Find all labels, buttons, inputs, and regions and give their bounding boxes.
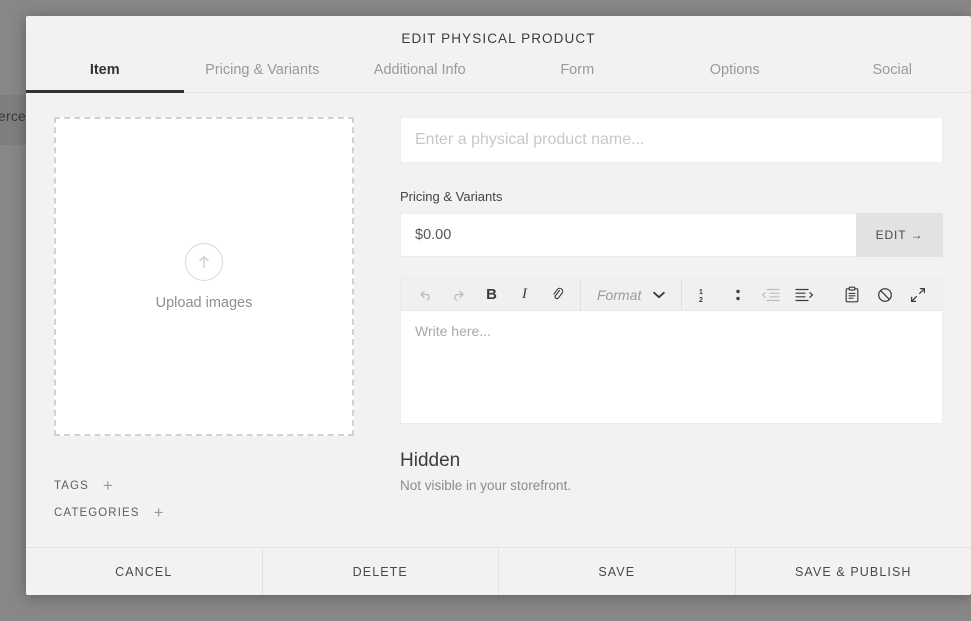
cancel-button[interactable]: CANCEL: [26, 548, 263, 595]
visibility-title: Hidden: [400, 450, 461, 471]
numbered-list-icon[interactable]: 1 2: [688, 280, 721, 310]
visibility-subtitle: Not visible in your storefront.: [400, 478, 572, 493]
save-button[interactable]: SAVE: [499, 548, 736, 595]
categories-label: CATEGORIES: [54, 506, 140, 519]
chevron-down-icon: [653, 286, 666, 304]
categories-row: CATEGORIES +: [54, 499, 356, 526]
add-tag-icon[interactable]: +: [103, 477, 113, 494]
tab-item[interactable]: Item: [26, 56, 184, 93]
product-name-input[interactable]: [400, 117, 943, 163]
backdrop-partial-text: erce: [0, 108, 27, 124]
bold-icon[interactable]: B: [475, 280, 508, 310]
price-value[interactable]: $0.00: [400, 213, 856, 257]
format-label: Format: [597, 286, 642, 303]
svg-text:1: 1: [699, 289, 703, 296]
left-column: Upload images TAGS + CATEGORIES +: [54, 117, 356, 547]
bullet-list-icon[interactable]: [721, 280, 754, 310]
redo-icon[interactable]: [442, 280, 475, 310]
price-row: $0.00 EDIT →: [400, 213, 943, 257]
tab-social[interactable]: Social: [814, 56, 971, 92]
tab-options[interactable]: Options: [656, 56, 814, 92]
image-uploader-dropzone[interactable]: Upload images: [54, 117, 354, 436]
paste-icon[interactable]: [835, 280, 868, 310]
pricing-section-label: Pricing & Variants: [400, 189, 503, 204]
fullscreen-icon[interactable]: [901, 280, 934, 310]
tab-pricing-variants[interactable]: Pricing & Variants: [184, 56, 342, 92]
pricing-edit-button[interactable]: EDIT →: [856, 213, 943, 257]
tab-bar: Item Pricing & Variants Additional Info …: [26, 50, 971, 93]
undo-icon[interactable]: [409, 280, 442, 310]
bold-glyph: B: [486, 286, 497, 303]
editor-body[interactable]: Write here...: [401, 311, 942, 423]
meta-rows: TAGS + CATEGORIES +: [54, 472, 356, 526]
editor-toolbar: B I Format 1 2: [401, 279, 942, 311]
tab-form[interactable]: Form: [499, 56, 657, 92]
save-publish-button[interactable]: SAVE & PUBLISH: [736, 548, 971, 595]
format-dropdown[interactable]: Format: [587, 286, 675, 304]
delete-button[interactable]: DELETE: [263, 548, 499, 595]
toolbar-divider-1: [580, 279, 581, 310]
modal-footer: CANCEL DELETE SAVE SAVE & PUBLISH: [26, 547, 971, 595]
arrow-up-circle-icon: [185, 242, 223, 281]
tags-label: TAGS: [54, 479, 89, 492]
add-category-icon[interactable]: +: [154, 504, 164, 521]
italic-glyph: I: [522, 286, 527, 302]
tags-row: TAGS +: [54, 472, 356, 499]
outdent-icon[interactable]: [754, 280, 787, 310]
toolbar-divider-2: [681, 279, 683, 310]
edit-product-modal: EDIT PHYSICAL PRODUCT Item Pricing & Var…: [26, 16, 971, 595]
svg-text:2: 2: [699, 297, 703, 304]
link-icon[interactable]: [541, 280, 574, 310]
right-column: Pricing & Variants $0.00 EDIT →: [400, 117, 943, 547]
page-title: EDIT PHYSICAL PRODUCT: [401, 31, 596, 46]
italic-icon[interactable]: I: [508, 280, 541, 310]
clear-formatting-icon[interactable]: [868, 280, 901, 310]
indent-icon[interactable]: [787, 280, 820, 310]
tab-additional-info[interactable]: Additional Info: [341, 56, 499, 92]
rich-text-editor: B I Format 1 2 Write here...: [400, 278, 943, 424]
modal-body: Upload images TAGS + CATEGORIES + Pricin…: [26, 93, 971, 547]
upload-images-label: Upload images: [155, 294, 253, 311]
visibility-status: Hidden Not visible in your storefront.: [400, 450, 943, 493]
